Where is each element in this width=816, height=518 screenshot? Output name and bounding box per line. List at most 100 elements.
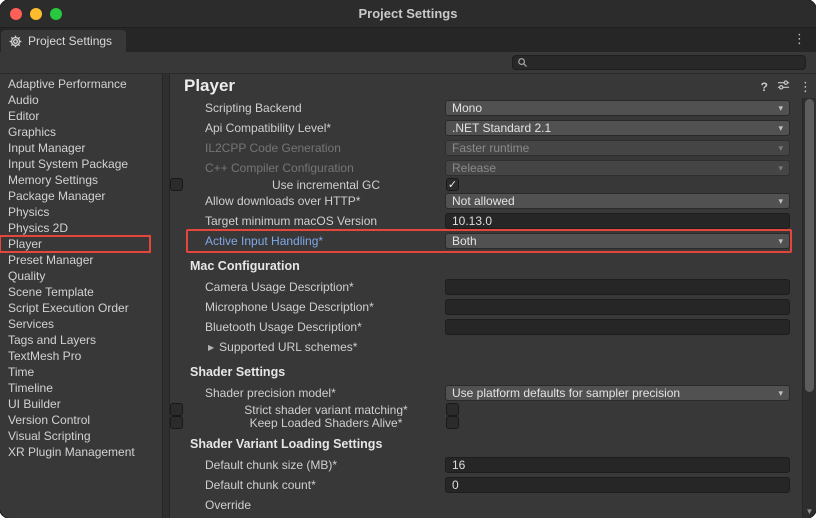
settings-row-shader-precision-model: Shader precision model*Use platform defa… [170, 383, 802, 403]
sidebar-item-physics-2d[interactable]: Physics 2D [0, 220, 162, 236]
sidebar-item-tags-and-layers[interactable]: Tags and Layers [0, 332, 162, 348]
settings-row-override: Override [170, 495, 802, 515]
close-button[interactable] [10, 8, 22, 20]
project-settings-window: Project Settings Project Settings ⋮ [0, 0, 816, 518]
presets-icon[interactable] [777, 79, 790, 94]
sidebar: Adaptive PerformanceAudioEditorGraphicsI… [0, 74, 162, 518]
more-icon[interactable]: ⋮ [799, 80, 812, 94]
settings-row-keep-loaded-shaders-alive: Keep Loaded Shaders Alive* [170, 416, 183, 429]
zoom-button[interactable] [50, 8, 62, 20]
vertical-scrollbar[interactable]: ▼ [802, 98, 816, 518]
sidebar-item-timeline[interactable]: Timeline [0, 380, 162, 396]
row-label: Override [205, 498, 445, 512]
sidebar-item-editor[interactable]: Editor [0, 108, 162, 124]
text-field-target-minimum-macos-version[interactable]: 10.13.0 [445, 213, 790, 229]
settings-row-c-compiler-configuration: C++ Compiler ConfigurationRelease▾ [170, 158, 802, 178]
gear-icon [9, 35, 22, 48]
dropdown-value: Faster runtime [452, 141, 529, 155]
dropdown-shader-precision-model[interactable]: Use platform defaults for sampler precis… [445, 385, 790, 401]
section-header: Shader Settings [190, 365, 285, 379]
settings-row-shader-settings: Shader Settings [170, 361, 802, 383]
sidebar-item-audio[interactable]: Audio [0, 92, 162, 108]
titlebar: Project Settings [0, 0, 816, 28]
sidebar-item-adaptive-performance[interactable]: Adaptive Performance [0, 76, 162, 92]
tab-more-icon[interactable]: ⋮ [793, 32, 806, 45]
sidebar-item-scene-template[interactable]: Scene Template [0, 284, 162, 300]
tab-bar: Project Settings ⋮ [0, 28, 816, 52]
settings-row-target-minimum-macos-version: Target minimum macOS Version10.13.0 [170, 211, 802, 231]
content-area: Adaptive PerformanceAudioEditorGraphicsI… [0, 74, 816, 518]
player-settings-panel: Player ? ⋮ [170, 74, 816, 518]
checkbox-keep-loaded-shaders-alive[interactable] [446, 416, 459, 429]
row-label: IL2CPP Code Generation [205, 141, 445, 155]
scrollbar-thumb[interactable] [805, 99, 814, 392]
sidebar-item-xr-plugin-management[interactable]: XR Plugin Management [0, 444, 162, 460]
settings-row-shader-variant-loading-settings: Shader Variant Loading Settings [170, 433, 802, 455]
sidebar-item-quality[interactable]: Quality [0, 268, 162, 284]
row-label: Shader precision model* [205, 386, 445, 400]
sidebar-item-ui-builder[interactable]: UI Builder [0, 396, 162, 412]
scroll-down-icon[interactable]: ▼ [803, 507, 816, 517]
dropdown-allow-downloads-over-http[interactable]: Not allowed ▾ [445, 193, 790, 209]
settings-row-strict-shader-variant-matching: Strict shader variant matching* [170, 403, 183, 416]
search-input[interactable] [531, 57, 801, 69]
tab-project-settings[interactable]: Project Settings [1, 30, 126, 52]
sidebar-splitter[interactable] [162, 74, 170, 518]
text-field-default-chunk-size-mb[interactable]: 16 [445, 457, 790, 473]
row-label: Use incremental GC [206, 179, 446, 191]
sidebar-item-input-manager[interactable]: Input Manager [0, 140, 162, 156]
dropdown-value: Not allowed [452, 194, 515, 208]
settings-row-api-compatibility-level: Api Compatibility Level*.NET Standard 2.… [170, 118, 802, 138]
sidebar-item-textmesh-pro[interactable]: TextMesh Pro [0, 348, 162, 364]
chevron-down-icon: ▾ [772, 388, 783, 399]
window-title: Project Settings [359, 6, 458, 21]
settings-row-use-incremental-gc: Use incremental GC✓ [170, 178, 183, 191]
sidebar-item-graphics[interactable]: Graphics [0, 124, 162, 140]
checkbox-strict-shader-variant-matching[interactable] [446, 403, 459, 416]
dropdown-api-compatibility-level[interactable]: .NET Standard 2.1 ▾ [445, 120, 790, 136]
text-field-bluetooth-usage-description[interactable] [445, 319, 790, 335]
settings-row-il2cpp-code-generation: IL2CPP Code GenerationFaster runtime▾ [170, 138, 802, 158]
settings-row-default-chunk-size-mb: Default chunk size (MB)*16 [170, 455, 802, 475]
sidebar-item-input-system-package[interactable]: Input System Package [0, 156, 162, 172]
sidebar-item-physics[interactable]: Physics [0, 204, 162, 220]
text-field-default-chunk-count[interactable]: 0 [445, 477, 790, 493]
tab-label: Project Settings [28, 34, 112, 48]
text-field-microphone-usage-description[interactable] [445, 299, 790, 315]
sidebar-item-package-manager[interactable]: Package Manager [0, 188, 162, 204]
row-label: Supported URL schemes* [219, 340, 357, 354]
dropdown-c-compiler-configuration: Release▾ [445, 160, 790, 176]
sidebar-item-player[interactable]: Player [0, 236, 150, 252]
sidebar-item-visual-scripting[interactable]: Visual Scripting [0, 428, 162, 444]
row-label: Allow downloads over HTTP* [205, 194, 445, 208]
help-icon[interactable]: ? [761, 80, 768, 94]
settings-row-supported-url-schemes: ▶ Supported URL schemes* [170, 337, 802, 357]
row-label: Target minimum macOS Version [205, 214, 445, 228]
settings-row-mac-configuration: Mac Configuration [170, 255, 802, 277]
row-label: Camera Usage Description* [205, 280, 445, 294]
sidebar-item-time[interactable]: Time [0, 364, 162, 380]
chevron-down-icon: ▾ [772, 103, 783, 114]
search-field[interactable] [512, 55, 806, 70]
chevron-down-icon: ▾ [772, 236, 783, 247]
text-field-camera-usage-description[interactable] [445, 279, 790, 295]
dropdown-value: .NET Standard 2.1 [452, 121, 551, 135]
panel-header-icons: ? ⋮ [761, 79, 812, 94]
sidebar-item-version-control[interactable]: Version Control [0, 412, 162, 428]
section-header: Mac Configuration [190, 259, 300, 273]
minimize-button[interactable] [30, 8, 42, 20]
settings-row-scripting-backend: Scripting BackendMono▾ [170, 98, 802, 118]
sidebar-item-script-execution-order[interactable]: Script Execution Order [0, 300, 162, 316]
sidebar-item-preset-manager[interactable]: Preset Manager [0, 252, 162, 268]
dropdown-active-input-handling[interactable]: Both▾ [445, 233, 790, 249]
foldout-arrow-icon[interactable]: ▶ [208, 343, 214, 352]
checkbox-use-incremental-gc[interactable]: ✓ [446, 178, 459, 191]
toolbar [0, 52, 816, 74]
chevron-down-icon: ▾ [772, 123, 783, 134]
chevron-down-icon: ▾ [772, 196, 783, 207]
dropdown-il2cpp-code-generation: Faster runtime▾ [445, 140, 790, 156]
sidebar-item-services[interactable]: Services [0, 316, 162, 332]
sidebar-item-memory-settings[interactable]: Memory Settings [0, 172, 162, 188]
dropdown-value: Mono [452, 101, 482, 115]
dropdown-scripting-backend[interactable]: Mono ▾ [445, 100, 790, 116]
